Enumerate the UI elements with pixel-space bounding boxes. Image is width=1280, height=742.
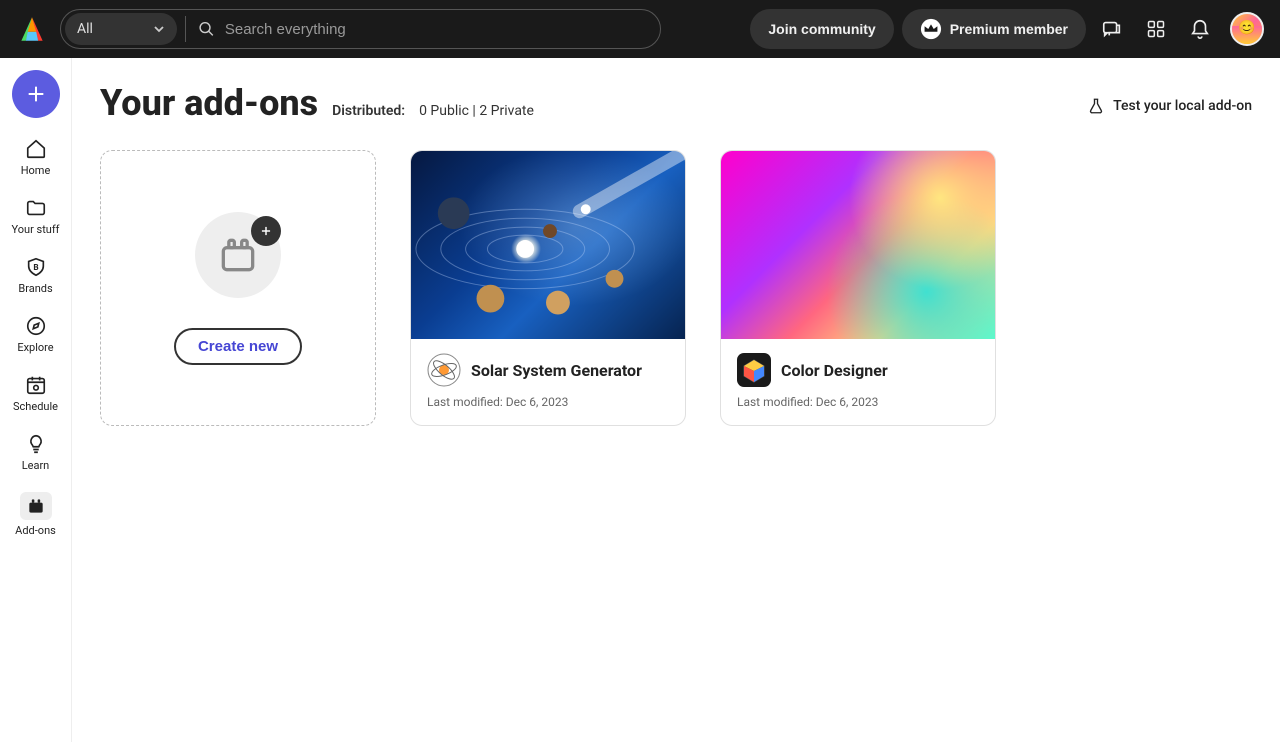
- distributed-label: Distributed:: [332, 103, 405, 119]
- sidebar-item-your-stuff[interactable]: Your stuff: [6, 191, 66, 246]
- create-plus-button[interactable]: [12, 70, 60, 118]
- sidebar-item-addons[interactable]: Add-ons: [6, 486, 66, 547]
- cards-row: Create new: [100, 150, 1252, 426]
- notifications-icon[interactable]: [1182, 11, 1218, 47]
- create-new-label: Create new: [198, 338, 278, 355]
- test-local-addon-link[interactable]: Test your local add-on: [1087, 97, 1252, 115]
- join-community-label: Join community: [768, 21, 875, 37]
- addon-body: Color Designer Last modified: Dec 6, 202…: [721, 339, 995, 425]
- search-input[interactable]: [225, 21, 644, 38]
- addon-icon: [427, 353, 461, 387]
- search-icon: [198, 20, 215, 38]
- addon-cover-image: [721, 151, 995, 339]
- premium-member-label: Premium member: [950, 21, 1068, 37]
- sidebar-item-schedule[interactable]: Schedule: [6, 368, 66, 423]
- search-filter-label: All: [77, 21, 93, 37]
- addon-body: Solar System Generator Last modified: De…: [411, 339, 685, 425]
- compass-icon: [25, 315, 47, 337]
- brands-icon: B: [25, 256, 47, 278]
- flask-icon: [1087, 97, 1105, 115]
- addon-title: Solar System Generator: [471, 361, 642, 380]
- addon-card[interactable]: Color Designer Last modified: Dec 6, 202…: [720, 150, 996, 426]
- page-title: Your add-ons: [100, 82, 318, 124]
- sidebar-item-brands[interactable]: B Brands: [6, 250, 66, 305]
- sidebar-item-label: Explore: [17, 341, 53, 354]
- search-filter-dropdown[interactable]: All: [65, 13, 177, 45]
- search-container: All: [60, 9, 661, 49]
- create-new-card: Create new: [100, 150, 376, 426]
- chat-icon[interactable]: [1094, 11, 1130, 47]
- sidebar-item-explore[interactable]: Explore: [6, 309, 66, 364]
- divider: [185, 16, 186, 42]
- sidebar-item-learn[interactable]: Learn: [6, 427, 66, 482]
- create-new-button[interactable]: Create new: [174, 328, 302, 365]
- home-icon: [25, 138, 47, 160]
- premium-member-button[interactable]: Premium member: [902, 9, 1086, 49]
- addon-modified: Last modified: Dec 6, 2023: [737, 395, 979, 409]
- addon-cover-image: [411, 151, 685, 339]
- sidebar-item-label: Your stuff: [11, 223, 59, 236]
- test-local-addon-label: Test your local add-on: [1113, 98, 1252, 114]
- sidebar-item-label: Learn: [22, 459, 50, 472]
- sidebar-item-label: Brands: [18, 282, 52, 295]
- sidebar-item-label: Add-ons: [15, 524, 56, 537]
- lightbulb-icon: [25, 433, 47, 455]
- sidebar-item-label: Home: [21, 164, 51, 177]
- sidebar-item-home[interactable]: Home: [6, 132, 66, 187]
- topbar: All Join community Premium member: [0, 0, 1280, 58]
- join-community-button[interactable]: Join community: [750, 9, 893, 49]
- addon-modified: Last modified: Dec 6, 2023: [427, 395, 669, 409]
- addon-icon: [737, 353, 771, 387]
- search-input-wrap: [190, 20, 660, 38]
- calendar-icon: [25, 374, 47, 396]
- app-logo[interactable]: [16, 13, 48, 45]
- sidebar: Home Your stuff B Brands Explore Schedul…: [0, 58, 72, 742]
- main-content: Your add-ons Distributed: 0 Public | 2 P…: [72, 58, 1280, 742]
- header-row: Your add-ons Distributed: 0 Public | 2 P…: [100, 82, 1252, 124]
- distributed-values: 0 Public | 2 Private: [419, 103, 534, 119]
- sidebar-item-label: Schedule: [13, 400, 58, 413]
- chevron-down-icon: [153, 23, 165, 35]
- plugin-icon: [195, 212, 281, 298]
- addon-title: Color Designer: [781, 361, 888, 380]
- crown-icon: [920, 18, 942, 40]
- folder-icon: [25, 197, 47, 219]
- addons-icon: [25, 495, 47, 517]
- apps-grid-icon[interactable]: [1138, 11, 1174, 47]
- avatar[interactable]: [1230, 12, 1264, 46]
- svg-text:B: B: [33, 263, 38, 273]
- addon-card[interactable]: Solar System Generator Last modified: De…: [410, 150, 686, 426]
- plus-badge-icon: [251, 216, 281, 246]
